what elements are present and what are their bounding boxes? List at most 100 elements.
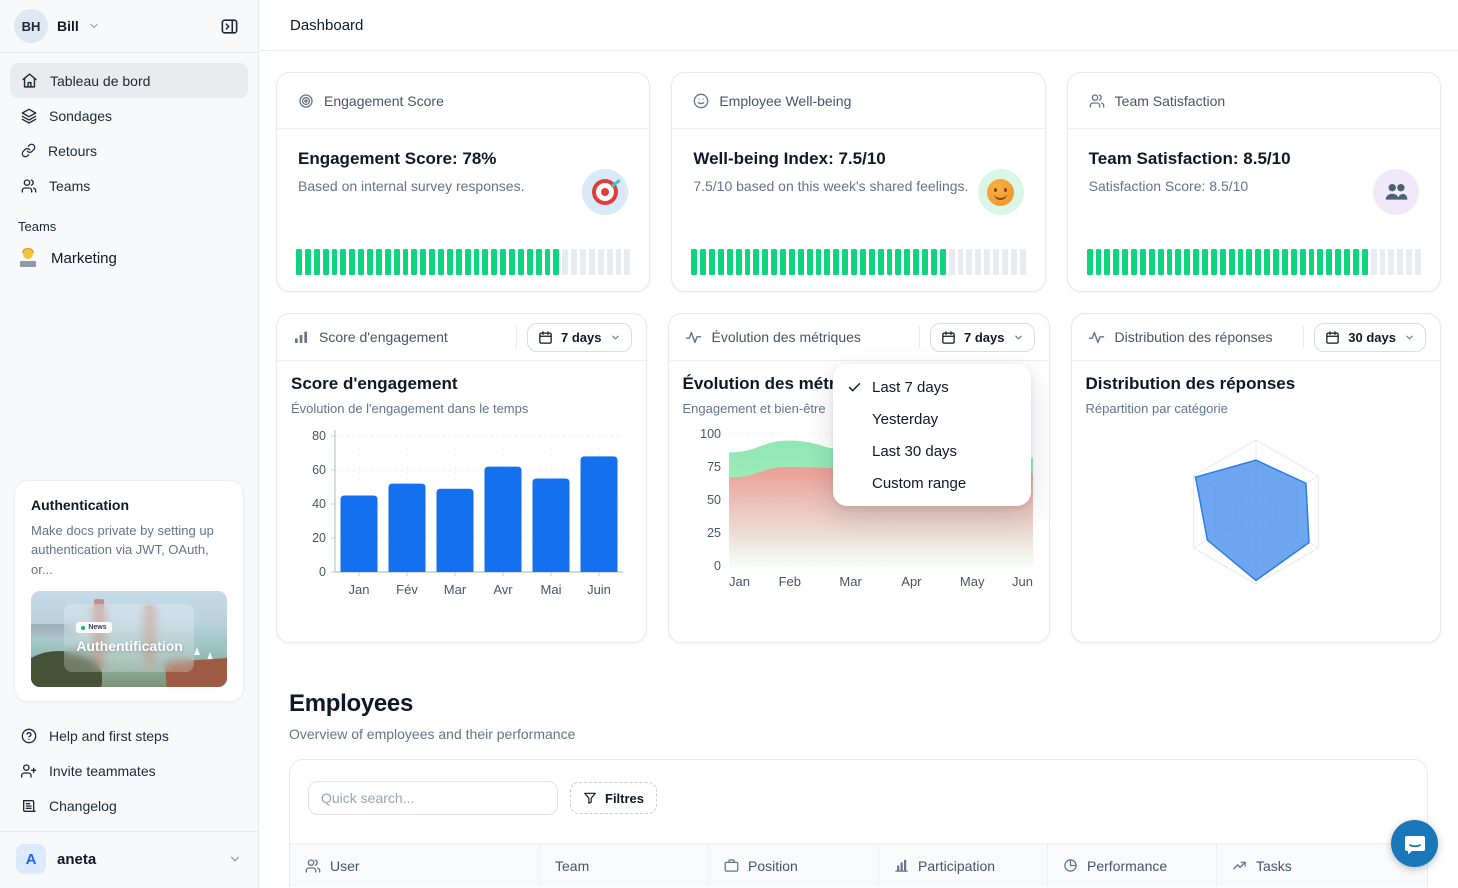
svg-text:50: 50 bbox=[707, 493, 721, 507]
sidebar: BH Bill Tableau de bordSondagesRetours Te… bbox=[0, 0, 259, 888]
svg-text:May: May bbox=[959, 574, 984, 589]
progress-segment bbox=[700, 249, 706, 275]
progress-bar bbox=[691, 249, 1025, 275]
progress-segment bbox=[895, 249, 901, 275]
workspace-switcher[interactable]: BH Bill bbox=[0, 0, 258, 52]
progress-segment bbox=[536, 249, 542, 275]
progress-segment bbox=[913, 249, 919, 275]
progress-segment bbox=[367, 249, 373, 275]
column-header-participation[interactable]: Participation bbox=[879, 844, 1048, 887]
progress-segment bbox=[589, 249, 595, 275]
progress-segment bbox=[807, 249, 813, 275]
progress-segment bbox=[1380, 249, 1386, 275]
progress-segment bbox=[518, 249, 524, 275]
filters-label: Filtres bbox=[605, 791, 644, 806]
progress-segment bbox=[1415, 249, 1421, 275]
menu-item-label: Custom range bbox=[872, 475, 966, 492]
chat-launcher-button[interactable] bbox=[1391, 820, 1438, 867]
progress-segment bbox=[340, 249, 346, 275]
progress-segment bbox=[833, 249, 839, 275]
menu-item-yesterday[interactable]: Yesterday bbox=[833, 403, 1031, 435]
stat-title: Well-being Index: 7.5/10 bbox=[693, 149, 1023, 169]
progress-segment bbox=[816, 249, 822, 275]
promo-image[interactable]: News Authentification bbox=[31, 591, 227, 687]
stat-subtitle: 7.5/10 based on this week's shared feeli… bbox=[693, 178, 1023, 194]
progress-segment bbox=[1104, 249, 1110, 275]
range-selector-button[interactable]: 30 days bbox=[1314, 323, 1426, 352]
chevron-down-icon bbox=[228, 852, 242, 866]
progress-segment bbox=[1309, 249, 1315, 275]
chevron-down-icon bbox=[1013, 332, 1024, 343]
svg-text:100: 100 bbox=[700, 427, 721, 441]
progress-segment bbox=[1238, 249, 1244, 275]
column-header-team[interactable]: Team bbox=[540, 844, 709, 887]
progress-segment bbox=[842, 249, 848, 275]
progress-segment bbox=[1087, 249, 1093, 275]
stat-card-header-label: Team Satisfaction bbox=[1115, 93, 1226, 109]
progress-segment bbox=[1002, 249, 1008, 275]
svg-text:Mar: Mar bbox=[839, 574, 862, 589]
progress-segment bbox=[1246, 249, 1252, 275]
sidebar-footer-item-invite-teammates[interactable]: Invite teammates bbox=[10, 753, 248, 788]
employees-table-card: Filtres User Team Position ParticipationPer… bbox=[289, 759, 1428, 887]
table-header-row: User Team Position ParticipationPerformance… bbox=[290, 843, 1427, 887]
sidebar-item-marketing[interactable]: Marketing bbox=[0, 240, 258, 276]
activity-icon bbox=[685, 329, 702, 346]
progress-segment bbox=[1184, 249, 1190, 275]
trending-up-icon bbox=[1232, 858, 1247, 873]
progress-segment bbox=[509, 249, 515, 275]
progress-segment bbox=[385, 249, 391, 275]
range-dropdown-menu: Last 7 days Yesterday Last 30 days Custom r… bbox=[833, 364, 1031, 506]
progress-segment bbox=[429, 249, 435, 275]
svg-text:0: 0 bbox=[319, 565, 326, 579]
promo-image-title: Authentification bbox=[76, 638, 183, 654]
filters-button[interactable]: Filtres bbox=[570, 782, 657, 814]
progress-segment bbox=[993, 249, 999, 275]
collapse-sidebar-button[interactable] bbox=[212, 9, 246, 43]
progress-segment bbox=[562, 249, 568, 275]
progress-segment bbox=[403, 249, 409, 275]
sidebar-item-retours[interactable]: Retours bbox=[10, 133, 248, 168]
column-label: User bbox=[330, 858, 360, 874]
stat-card-header-label: Employee Well-being bbox=[719, 93, 851, 109]
svg-text:Fév: Fév bbox=[396, 582, 418, 597]
range-selector-button[interactable]: 7 days bbox=[527, 323, 631, 352]
sidebar-footer-item-help-and-first-steps[interactable]: Help and first steps bbox=[10, 718, 248, 753]
sidebar-footer-item-changelog[interactable]: Changelog bbox=[10, 788, 248, 823]
sidebar-nav: Tableau de bordSondagesRetours Teams bbox=[0, 53, 258, 203]
svg-text:0: 0 bbox=[714, 559, 721, 573]
search-input[interactable] bbox=[308, 781, 558, 815]
page-header: Dashboard bbox=[259, 0, 1458, 51]
column-header-position[interactable]: Position bbox=[709, 844, 879, 887]
authentication-promo-card[interactable]: Authentication Make docs private by sett… bbox=[14, 480, 244, 703]
column-header-performance[interactable]: Performance bbox=[1048, 844, 1217, 887]
progress-segment bbox=[553, 249, 559, 275]
sidebar-item-tableau-de-bord[interactable]: Tableau de bord bbox=[10, 63, 248, 98]
progress-segment bbox=[851, 249, 857, 275]
stat-subtitle: Based on internal survey responses. bbox=[298, 178, 628, 194]
progress-segment bbox=[1388, 249, 1394, 275]
workspace-avatar: BH bbox=[14, 9, 48, 43]
menu-item-label: Yesterday bbox=[872, 411, 938, 428]
range-selector-button[interactable]: 7 days bbox=[930, 323, 1034, 352]
stat-card-team-satisfaction: Team Satisfaction Team Satisfaction: 8.5… bbox=[1067, 72, 1441, 292]
column-header-user[interactable]: User bbox=[290, 844, 540, 887]
account-switcher[interactable]: A aneta bbox=[0, 831, 258, 888]
svg-text:60: 60 bbox=[312, 463, 326, 477]
menu-item-custom-range[interactable]: Custom range bbox=[833, 467, 1031, 499]
sidebar-item-teams[interactable]: Teams bbox=[10, 168, 248, 203]
menu-item-last-7-days[interactable]: Last 7 days bbox=[833, 371, 1031, 403]
progress-segment bbox=[753, 249, 759, 275]
stat-emoji-badge bbox=[1373, 169, 1419, 215]
nav-item-label: Changelog bbox=[49, 798, 117, 814]
svg-text:75: 75 bbox=[707, 460, 721, 474]
sidebar-item-sondages[interactable]: Sondages bbox=[10, 98, 248, 133]
menu-item-last-30-days[interactable]: Last 30 days bbox=[833, 435, 1031, 467]
column-label: Position bbox=[748, 858, 798, 874]
progress-segment bbox=[598, 249, 604, 275]
account-avatar: A bbox=[16, 844, 46, 874]
progress-segment bbox=[1149, 249, 1155, 275]
progress-segment bbox=[296, 249, 302, 275]
nav-item-label: Teams bbox=[49, 178, 90, 194]
progress-segment bbox=[1220, 249, 1226, 275]
